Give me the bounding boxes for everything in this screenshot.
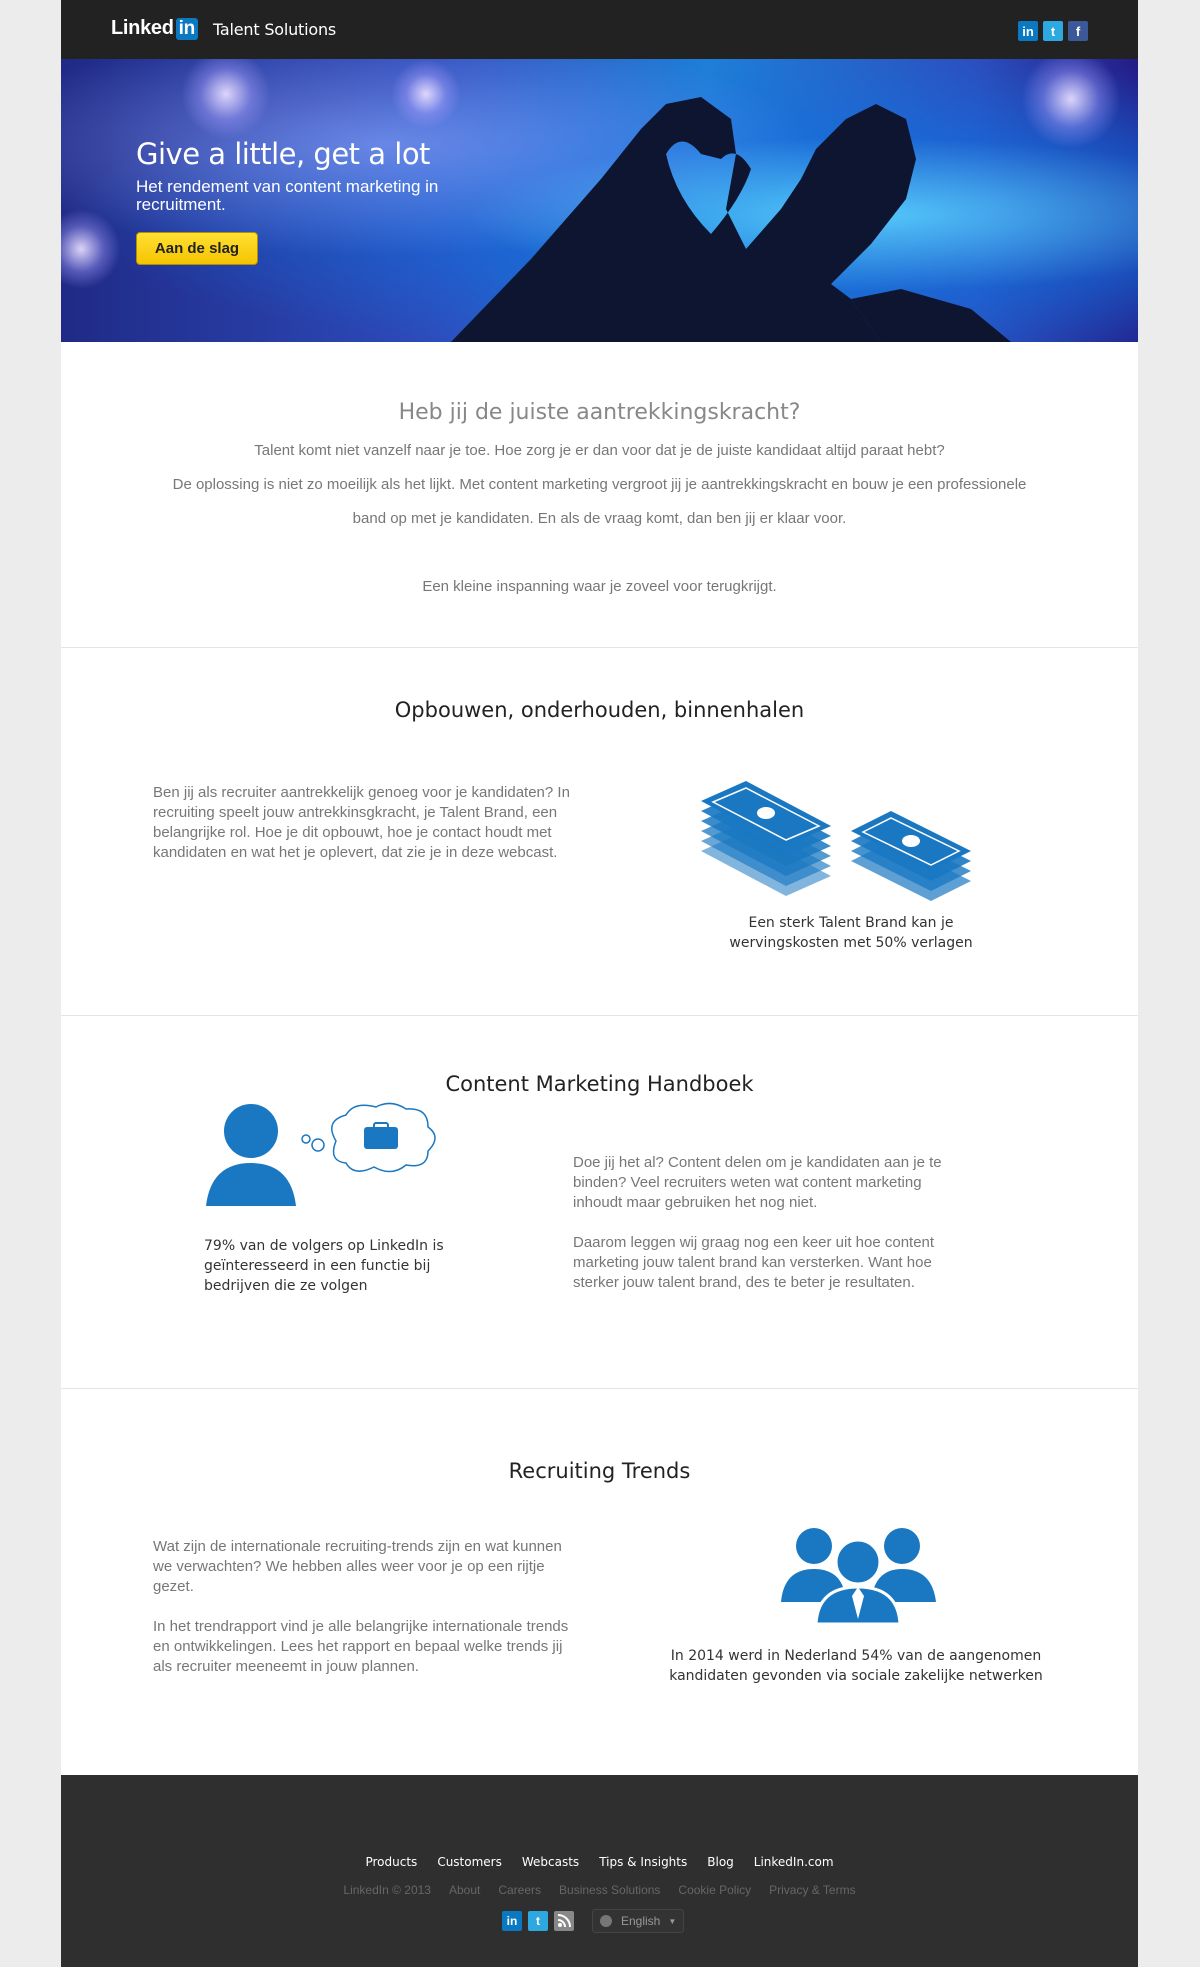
linkedin-icon[interactable]: in (502, 1911, 522, 1931)
footer-link-products[interactable]: Products (365, 1855, 417, 1869)
page-footer: Products Customers Webcasts Tips & Insig… (61, 1775, 1138, 1967)
facebook-share-icon[interactable]: f (1068, 21, 1088, 41)
page: Linked in Talent Solutions in t f Give a… (61, 0, 1138, 1967)
build-section: Opbouwen, onderhouden, binnenhalen Ben j… (61, 647, 1138, 1015)
twitter-share-icon[interactable]: t (1043, 21, 1063, 41)
language-label: English (621, 1914, 661, 1928)
rss-icon[interactable] (554, 1911, 574, 1931)
footer-link-blog[interactable]: Blog (707, 1855, 734, 1869)
intro-section: Heb jij de juiste aantrekkingskracht? Ta… (61, 342, 1138, 647)
footer-legal: LinkedIn © 2013 About Careers Business S… (61, 1883, 1138, 1897)
stage-light (61, 209, 121, 289)
logo-text: Linked (111, 17, 174, 39)
linkedin-share-icon[interactable]: in (1018, 21, 1038, 41)
intro-paragraph-3: Een kleine inspanning waar je zoveel voo… (422, 578, 777, 595)
product-name: Talent Solutions (213, 20, 337, 39)
footer-nav: Products Customers Webcasts Tips & Insig… (61, 1855, 1138, 1869)
get-started-button[interactable]: Aan de slag (136, 232, 258, 265)
footer-link-linkedin[interactable]: LinkedIn.com (754, 1855, 834, 1869)
heart-hands-silhouette (451, 97, 1011, 342)
footer-link-customers[interactable]: Customers (437, 1855, 502, 1869)
footer-link-careers[interactable]: Careers (498, 1883, 541, 1897)
intro-paragraph-1: Talent komt niet vanzelf naar je toe. Ho… (254, 442, 945, 459)
followers-caption: 79% van de volgers op LinkedIn is geïnte… (204, 1238, 444, 1294)
section-title: Content Marketing Handboek (445, 1072, 754, 1096)
linkedin-logo[interactable]: Linked in (111, 17, 198, 40)
chevron-down-icon: ▼ (668, 1916, 677, 1926)
money-caption: Een sterk Talent Brand kan je wervingsko… (729, 915, 973, 951)
group-of-people-icon (781, 1528, 936, 1624)
hero-banner: Give a little, get a lot Het rendement v… (61, 59, 1138, 342)
section-body-1: Doe jij het al? Content delen om je kand… (573, 1154, 942, 1211)
section-body: Ben jij als recruiter aantrekkelijk geno… (153, 784, 570, 861)
trends-section: Recruiting Trends Wat zijn de internatio… (61, 1388, 1138, 1775)
stage-light (181, 59, 271, 139)
footer-link-tips-insights[interactable]: Tips & Insights (599, 1855, 687, 1869)
hero-subtitle: Het rendement van content marketing in r… (136, 177, 439, 214)
top-navbar: Linked in Talent Solutions in t f (61, 0, 1138, 59)
handbook-section: Content Marketing Handboek 79% van de vo… (61, 1015, 1138, 1388)
section-body-2: In het trendrapport vind je alle belangr… (153, 1618, 569, 1675)
networks-caption: In 2014 werd in Nederland 54% van de aan… (669, 1648, 1043, 1684)
intro-title: Heb jij de juiste aantrekkingskracht? (398, 400, 801, 425)
person-thinking-icon (206, 1102, 436, 1206)
section-title: Opbouwen, onderhouden, binnenhalen (394, 698, 805, 722)
header-social-links: in t f (1018, 21, 1088, 41)
globe-icon (600, 1915, 612, 1927)
footer-social: in t English ▼ (502, 1909, 684, 1933)
footer-link-webcasts[interactable]: Webcasts (522, 1855, 579, 1869)
footer-link-cookie-policy[interactable]: Cookie Policy (678, 1883, 751, 1897)
copyright-text: LinkedIn © 2013 (343, 1883, 431, 1897)
rss-glyph (557, 1914, 571, 1928)
footer-link-business-solutions[interactable]: Business Solutions (559, 1883, 660, 1897)
footer-link-about[interactable]: About (449, 1883, 480, 1897)
intro-paragraph-2: De oplossing is niet zo moeilijk als het… (172, 476, 1027, 527)
language-selector[interactable]: English ▼ (592, 1909, 684, 1933)
footer-link-privacy-terms[interactable]: Privacy & Terms (769, 1883, 855, 1897)
money-stacks-icon (701, 781, 971, 901)
hero-title: Give a little, get a lot (136, 137, 430, 171)
section-title: Recruiting Trends (508, 1459, 691, 1483)
logo-in-badge: in (175, 17, 198, 40)
twitter-icon[interactable]: t (528, 1911, 548, 1931)
section-body-1: Wat zijn de internationale recruiting-tr… (153, 1538, 562, 1595)
section-body-2: Daarom leggen wij graag nog een keer uit… (573, 1234, 935, 1291)
